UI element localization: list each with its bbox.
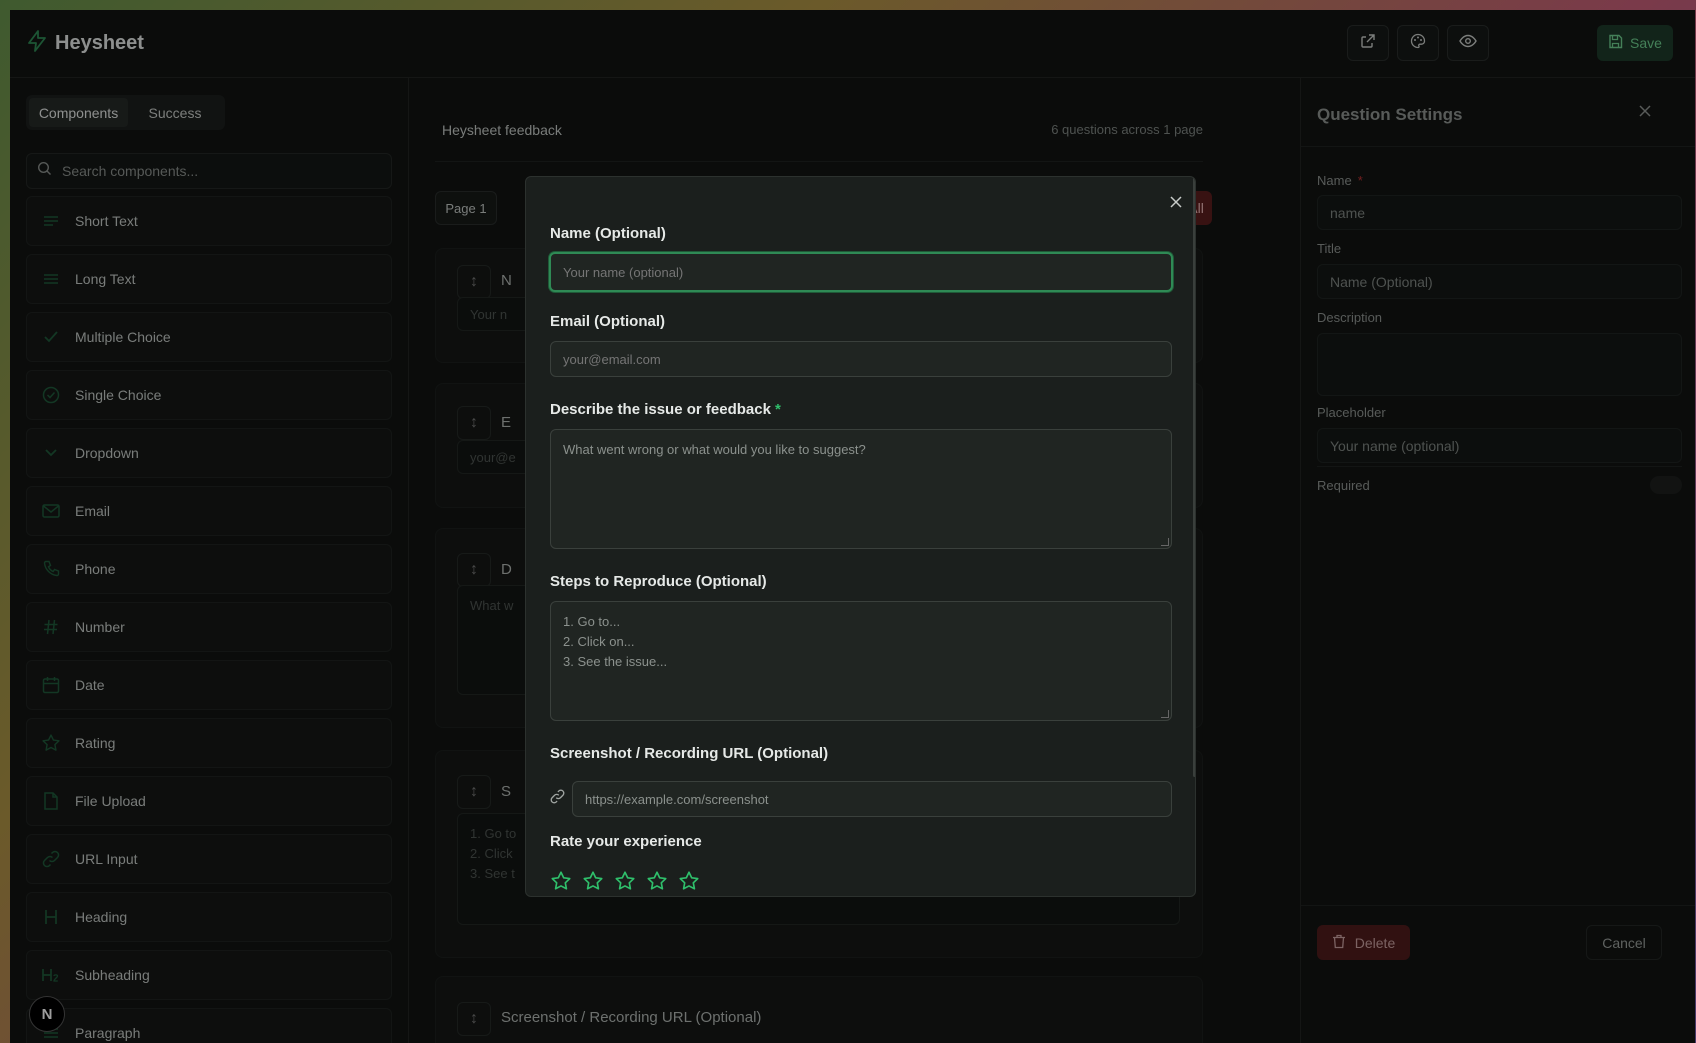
field-label: Name (Optional) [550,225,666,242]
star-icon[interactable] [646,870,668,892]
textarea-placeholder: What went wrong or what would you like t… [563,442,866,457]
modal-scrollbar[interactable] [1193,177,1195,777]
issue-textarea[interactable]: What went wrong or what would you like t… [550,429,1172,549]
steps-textarea[interactable]: 1. Go to... 2. Click on... 3. See the is… [550,601,1172,721]
star-icon[interactable] [582,870,604,892]
field-label: Email (Optional) [550,313,666,330]
rating-stars [550,870,700,892]
resize-handle[interactable] [1161,538,1169,546]
star-icon[interactable] [550,870,572,892]
name-input[interactable] [549,252,1173,292]
textarea-placeholder: 1. Go to... 2. Click on... 3. See the is… [563,614,668,669]
resize-handle[interactable] [1161,710,1169,718]
email-input[interactable] [550,341,1172,377]
field-label: Screenshot / Recording URL (Optional) [550,745,829,762]
url-input[interactable]: https://example.com/screenshot [572,781,1172,817]
close-icon[interactable] [1167,193,1185,211]
link-icon [550,789,565,809]
star-icon[interactable] [678,870,700,892]
app-window: Heysheet Save Components Success Search … [10,10,1695,1043]
form-preview-modal: Name (Optional) Email (Optional) Describ… [525,176,1196,897]
field-label: Rate your experience [550,833,702,850]
field-label: Steps to Reproduce (Optional) [550,573,767,590]
url-field-row: https://example.com/screenshot [550,781,1172,817]
star-icon[interactable] [614,870,636,892]
field-label: Describe the issue or feedback * [550,401,781,418]
